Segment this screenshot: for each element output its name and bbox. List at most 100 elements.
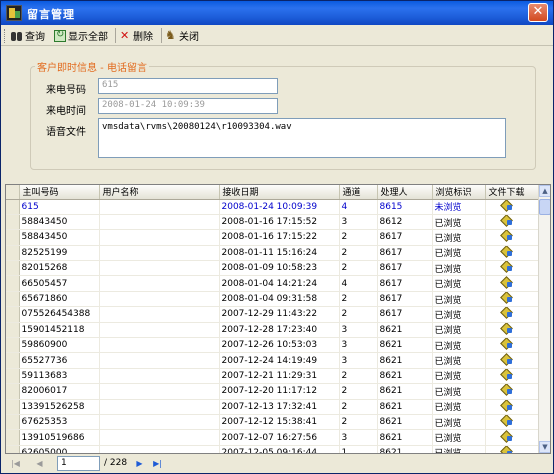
voice-file-field[interactable]: vmsdata\rvms\20080124\r10093304.wav bbox=[98, 118, 506, 158]
cell-caller: 15901452118 bbox=[19, 322, 100, 339]
scroll-up-icon[interactable]: ▲ bbox=[539, 185, 550, 197]
row-header-cell[interactable] bbox=[6, 245, 20, 262]
row-header-cell[interactable] bbox=[6, 214, 20, 231]
table-row[interactable]: 15901452118 2007-12-28 17:23:40 3 8621 已浏览 bbox=[6, 322, 540, 339]
table-row[interactable]: 82525199 2008-01-11 15:16:24 2 8617 已浏览 bbox=[6, 245, 540, 262]
cell-channel: 2 bbox=[339, 229, 378, 246]
table-row[interactable]: 13391526258 2007-12-13 17:32:41 2 8621 已浏览 bbox=[6, 399, 540, 415]
column-header-file-download[interactable]: 文件下载 bbox=[485, 185, 540, 200]
cell-caller: 82015268 bbox=[19, 260, 100, 277]
row-header-cell[interactable] bbox=[6, 399, 20, 415]
download-icon[interactable] bbox=[500, 200, 514, 211]
row-header-cell[interactable] bbox=[6, 291, 20, 308]
download-icon[interactable] bbox=[500, 354, 514, 365]
download-icon[interactable] bbox=[500, 431, 514, 442]
row-header-cell[interactable] bbox=[6, 337, 20, 354]
row-header-cell[interactable] bbox=[6, 383, 20, 400]
show-all-button[interactable]: 显示全部 bbox=[54, 27, 108, 44]
table-row[interactable]: 82015268 2008-01-09 10:58:23 2 8617 已浏览 bbox=[6, 260, 540, 277]
delete-button[interactable]: 删除 bbox=[119, 27, 153, 44]
cell-channel: 3 bbox=[339, 429, 378, 446]
table-row[interactable]: 59860900 2007-12-26 10:53:03 3 8621 已浏览 bbox=[6, 337, 540, 354]
column-header-receive-date[interactable]: 接收日期 bbox=[219, 185, 340, 200]
column-header-handler[interactable]: 处理人 bbox=[377, 185, 433, 200]
download-icon[interactable] bbox=[500, 384, 514, 395]
cell-channel: 2 bbox=[339, 291, 378, 308]
close-window-button[interactable]: ✕ bbox=[528, 3, 548, 22]
row-header-cell[interactable] bbox=[6, 306, 20, 323]
cell-caller: 82006017 bbox=[19, 383, 100, 400]
row-header-cell[interactable] bbox=[6, 199, 20, 215]
row-header-cell[interactable] bbox=[6, 429, 20, 446]
page-number-input[interactable]: 1 bbox=[57, 456, 100, 471]
download-icon[interactable] bbox=[500, 323, 514, 334]
next-page-icon[interactable]: ▶ bbox=[133, 458, 146, 470]
cell-caller: 65671860 bbox=[19, 291, 100, 308]
title-bar[interactable]: 留言管理 ✕ bbox=[1, 1, 553, 25]
caller-field[interactable]: 615 bbox=[98, 78, 278, 94]
close-button[interactable]: 关闭 bbox=[165, 27, 199, 44]
cell-user-name bbox=[99, 414, 220, 431]
caller-label: 来电号码 bbox=[46, 85, 86, 96]
row-header-cell[interactable] bbox=[6, 352, 20, 369]
cell-browse-flag: 已浏览 bbox=[432, 383, 486, 400]
cell-file-download bbox=[485, 229, 540, 246]
cell-handler: 8621 bbox=[377, 322, 433, 339]
first-page-icon[interactable]: |◀ bbox=[9, 458, 22, 470]
download-icon[interactable] bbox=[500, 230, 514, 241]
cell-file-download bbox=[485, 214, 540, 231]
download-icon[interactable] bbox=[500, 415, 514, 426]
cell-caller: 13391526258 bbox=[19, 399, 100, 415]
cell-file-download bbox=[485, 352, 540, 369]
download-icon[interactable] bbox=[500, 446, 514, 453]
table-row[interactable]: 62605000 2007-12-05 09:16:4418621已浏览 bbox=[6, 445, 540, 453]
row-header-cell[interactable] bbox=[6, 322, 20, 339]
prev-page-icon[interactable]: ◀ bbox=[33, 458, 46, 470]
row-header-cell[interactable] bbox=[6, 368, 20, 385]
column-header-caller[interactable]: 主叫号码 bbox=[19, 185, 100, 200]
download-icon[interactable] bbox=[500, 400, 514, 411]
table-row[interactable]: 67625353 2007-12-12 15:38:41 2 8621 已浏览 bbox=[6, 414, 540, 431]
cell-browse-flag: 已浏览 bbox=[432, 337, 486, 354]
table-row[interactable]: 82006017 2007-12-20 11:17:12 2 8621 已浏览 bbox=[6, 383, 540, 400]
cell-file-download bbox=[485, 414, 540, 431]
row-header-cell[interactable] bbox=[6, 445, 20, 453]
download-icon[interactable] bbox=[500, 215, 514, 226]
table-row[interactable]: 65527736 2007-12-24 14:19:49 3 8621 已浏览 bbox=[6, 352, 540, 369]
download-icon[interactable] bbox=[500, 307, 514, 318]
download-icon[interactable] bbox=[500, 261, 514, 272]
toolbar-separator bbox=[115, 28, 116, 43]
table-row[interactable]: 65671860 2008-01-04 09:31:58 2 8617 已浏览 bbox=[6, 291, 540, 308]
table-row[interactable]: 58843450 2008-01-16 17:15:52 3 8612 已浏览 bbox=[6, 214, 540, 231]
row-header-cell[interactable] bbox=[6, 414, 20, 431]
row-header-cell[interactable] bbox=[6, 260, 20, 277]
scroll-thumb[interactable] bbox=[539, 199, 550, 215]
table-row[interactable]: 075526454388 2007-12-29 11:43:22 2 8617 已浏览 bbox=[6, 306, 540, 323]
column-header-user-name[interactable]: 用户名称 bbox=[99, 185, 220, 200]
download-icon[interactable] bbox=[500, 277, 514, 288]
download-icon[interactable] bbox=[500, 338, 514, 349]
table-row[interactable]: 615 2008-01-24 10:09:39 4 8615 未浏览 bbox=[6, 199, 540, 215]
table-row[interactable]: 66505457 2008-01-04 14:21:24 4 8617 已浏览 bbox=[6, 275, 540, 292]
table-row[interactable]: 13910519686 2007-12-07 16:27:56 3 8621 已浏览 bbox=[6, 429, 540, 446]
toolbar-grip[interactable] bbox=[4, 29, 7, 43]
cell-handler: 8621 bbox=[377, 414, 433, 431]
last-page-icon[interactable]: ▶| bbox=[151, 458, 164, 470]
column-header-browse-flag[interactable]: 浏览标识 bbox=[432, 185, 486, 200]
time-label: 来电时间 bbox=[46, 106, 86, 117]
cell-handler: 8621 bbox=[377, 368, 433, 385]
download-icon[interactable] bbox=[500, 292, 514, 303]
row-header-cell[interactable] bbox=[6, 229, 20, 246]
table-row[interactable]: 59113683 2007-12-21 11:29:31 2 8621 已浏览 bbox=[6, 368, 540, 385]
column-header-channel[interactable]: 通道 bbox=[339, 185, 378, 200]
scroll-down-icon[interactable]: ▼ bbox=[539, 441, 550, 453]
row-header-cell[interactable] bbox=[6, 275, 20, 292]
download-icon[interactable] bbox=[500, 369, 514, 380]
table-row[interactable]: 58843450 2008-01-16 17:15:22 2 8617 已浏览 bbox=[6, 229, 540, 246]
query-button[interactable]: 查询 bbox=[11, 27, 45, 44]
cell-receive-date: 2007-12-24 14:19:49 bbox=[219, 352, 340, 369]
cell-handler: 8617 bbox=[377, 260, 433, 277]
time-field[interactable]: 2008-01-24 10:09:39 bbox=[98, 98, 278, 114]
download-icon[interactable] bbox=[500, 246, 514, 257]
vertical-scrollbar[interactable]: ▲ ▼ bbox=[538, 185, 550, 453]
